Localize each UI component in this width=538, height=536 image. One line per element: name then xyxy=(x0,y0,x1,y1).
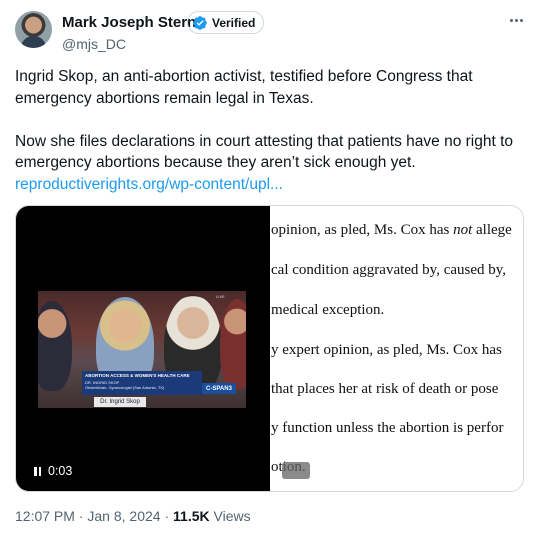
author-name[interactable]: Mark Joseph Stern xyxy=(62,14,196,31)
chyron-role: Obstetrician, Gynecologist (San Antonio,… xyxy=(85,385,165,390)
video-frame: LIVE ABORTION ACCESS & WOMEN'S HEALTH CA… xyxy=(38,291,246,408)
chyron-title: ABORTION ACCESS & WOMEN'S HEALTH CARE xyxy=(85,373,190,378)
more-options-icon[interactable] xyxy=(506,10,526,30)
media-grid: LIVE ABORTION ACCESS & WOMEN'S HEALTH CA… xyxy=(15,205,524,492)
doc-line-5: that places her at risk of death or pose xyxy=(271,381,499,397)
tweet-paragraph-1: Ingrid Skop, an anti-abortion activist, … xyxy=(15,68,473,107)
avatar[interactable] xyxy=(15,11,52,48)
tweet: Mark Joseph Stern Verified @mjs_DC Ingri… xyxy=(0,0,538,536)
video-player[interactable]: LIVE ABORTION ACCESS & WOMEN'S HEALTH CA… xyxy=(16,206,270,491)
tweet-paragraph-2: Now she files declarations in court atte… xyxy=(15,132,514,172)
alt-badge xyxy=(282,462,310,479)
tweet-date[interactable]: Jan 8, 2024 xyxy=(87,508,160,524)
nameplate: Dr. Ingrid Skop xyxy=(94,397,146,407)
tweet-link[interactable]: reproductiverights.org/wp-content/upl... xyxy=(15,176,283,193)
pause-icon[interactable] xyxy=(34,466,41,476)
tweet-meta: 12:07 PM · Jan 8, 2024 · 11.5K Views xyxy=(15,508,251,524)
doc-line-3: medical exception. xyxy=(271,302,385,318)
video-controls[interactable]: 0:03 xyxy=(27,460,82,482)
doc-line-4: y expert opinion, as pled, Ms. Cox has xyxy=(271,342,502,358)
views-count[interactable]: 11.5K xyxy=(173,508,210,524)
video-chyron: ABORTION ACCESS & WOMEN'S HEALTH CARE DR… xyxy=(82,371,202,395)
author-handle[interactable]: @mjs_DC xyxy=(62,36,126,52)
tweet-text: Ingrid Skop, an anti-abortion activist, … xyxy=(15,66,525,195)
verified-badge[interactable]: Verified xyxy=(187,11,265,34)
tweet-time[interactable]: 12:07 PM xyxy=(15,508,75,524)
doc-line-1: opinion, as pled, Ms. Cox has not allege xyxy=(271,222,512,238)
channel-logo: C-SPAN3 xyxy=(202,383,236,394)
document-image[interactable]: opinion, as pled, Ms. Cox has not allege… xyxy=(270,206,523,491)
doc-line-6: y function unless the abortion is perfor xyxy=(271,420,504,436)
verified-label: Verified xyxy=(212,15,256,30)
doc-line-2: cal condition aggravated by, caused by, xyxy=(271,262,507,278)
verified-badge-icon xyxy=(192,15,208,31)
video-time: 0:03 xyxy=(48,464,73,478)
views-label: Views xyxy=(209,508,251,524)
live-label: LIVE xyxy=(216,294,225,299)
